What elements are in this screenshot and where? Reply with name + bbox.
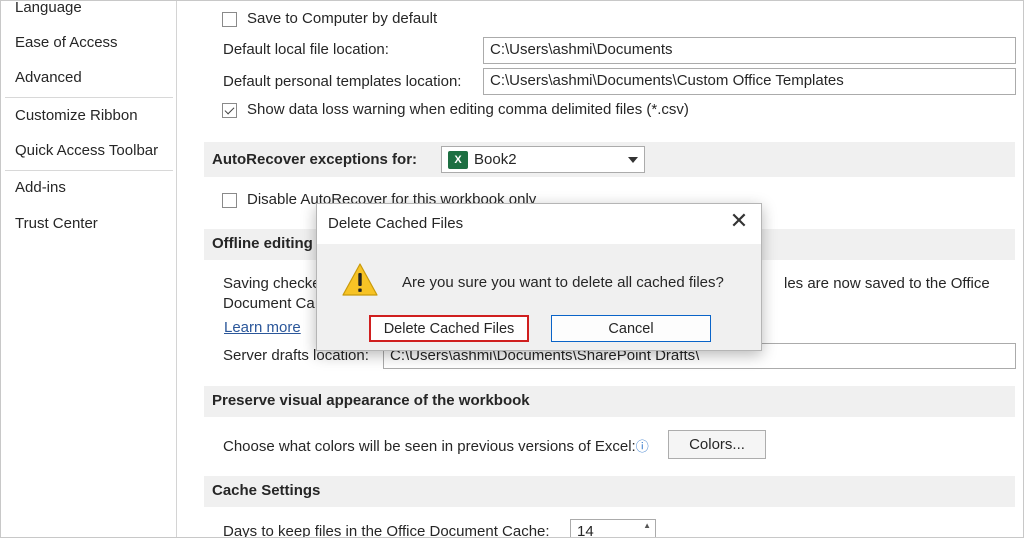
cache-days-stepper[interactable]: 14 ▲	[570, 519, 656, 538]
chevron-up-icon[interactable]: ▲	[643, 521, 651, 530]
default-local-field[interactable]: C:\Users\ashmi\Documents	[483, 37, 1016, 64]
offline-text-line1-left: Saving checke	[223, 275, 321, 292]
chevron-down-icon	[628, 156, 638, 163]
preserve-section-header: Preserve visual appearance of the workbo…	[204, 386, 1015, 417]
cache-days-label: Days to keep files in the Office Documen…	[223, 523, 550, 538]
cache-header-label: Cache Settings	[212, 482, 321, 499]
csv-warning-label: Show data loss warning when editing comm…	[247, 101, 689, 118]
excel-options-window: Language Ease of Access Advanced Customi…	[0, 0, 1024, 538]
offline-text-line1-right: les are now saved to the Office	[784, 275, 990, 292]
cache-section-header: Cache Settings	[204, 476, 1015, 507]
default-templates-label: Default personal templates location:	[223, 73, 462, 90]
sidebar-item-advanced[interactable]: Advanced	[15, 69, 82, 86]
options-sidebar: Language Ease of Access Advanced Customi…	[1, 1, 177, 537]
autorecover-workbook-value: Book2	[474, 151, 517, 168]
cancel-button[interactable]: Cancel	[551, 315, 711, 342]
sidebar-item-language[interactable]: Language	[15, 1, 82, 16]
colors-label: Choose what colors will be seen in previ…	[223, 436, 649, 455]
info-icon: ⓘ	[635, 439, 649, 454]
colors-button[interactable]: Colors...	[668, 430, 766, 459]
delete-cached-files-dialog: Delete Cached Files ✕ Are you sure you w…	[316, 203, 762, 351]
close-icon[interactable]: ✕	[727, 210, 751, 234]
default-templates-field[interactable]: C:\Users\ashmi\Documents\Custom Office T…	[483, 68, 1016, 95]
dialog-message: Are you sure you want to delete all cach…	[402, 274, 724, 291]
disable-autorecover-checkbox[interactable]	[222, 193, 237, 208]
cache-days-value: 14	[577, 523, 594, 538]
sidebar-divider	[5, 170, 173, 171]
save-to-computer-label: Save to Computer by default	[247, 10, 438, 27]
excel-workbook-icon: X	[448, 150, 468, 169]
preserve-header-label: Preserve visual appearance of the workbo…	[212, 392, 530, 409]
sidebar-item-customize-ribbon[interactable]: Customize Ribbon	[15, 107, 138, 124]
default-local-label: Default local file location:	[223, 41, 389, 58]
sidebar-item-trust-center[interactable]: Trust Center	[15, 215, 98, 232]
offline-editing-header-label: Offline editing	[212, 235, 313, 252]
autorecover-header-label: AutoRecover exceptions for:	[212, 151, 418, 168]
sidebar-item-quick-access-toolbar[interactable]: Quick Access Toolbar	[15, 142, 158, 159]
offline-text-line2: Document Ca	[223, 295, 315, 312]
colors-label-text: Choose what colors will be seen in previ…	[223, 438, 636, 455]
warning-icon	[342, 263, 378, 296]
dialog-body: Are you sure you want to delete all cach…	[317, 244, 761, 350]
dialog-title: Delete Cached Files	[328, 215, 464, 232]
learn-more-link[interactable]: Learn more	[224, 319, 301, 336]
csv-warning-checkbox[interactable]	[222, 103, 237, 118]
sidebar-item-ease-of-access[interactable]: Ease of Access	[15, 34, 118, 51]
save-to-computer-checkbox[interactable]	[222, 12, 237, 27]
delete-cached-files-button[interactable]: Delete Cached Files	[369, 315, 529, 342]
sidebar-divider	[5, 97, 173, 98]
sidebar-item-add-ins[interactable]: Add-ins	[15, 179, 66, 196]
autorecover-workbook-dropdown[interactable]: X Book2	[441, 146, 645, 173]
